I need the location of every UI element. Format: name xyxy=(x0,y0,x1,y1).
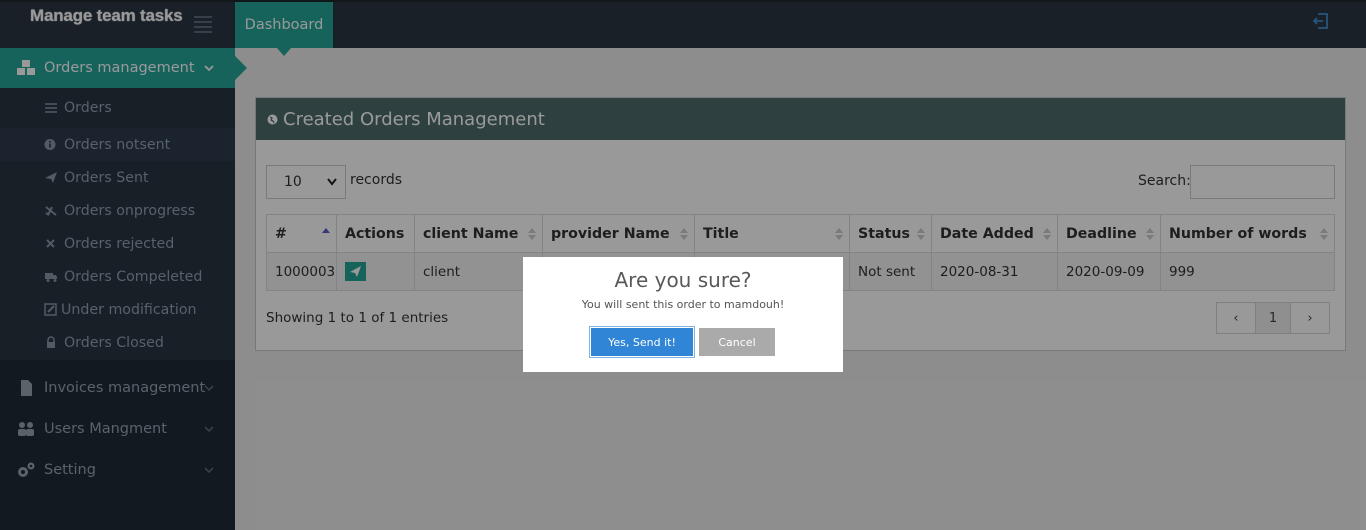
dialog-text: You will sent this order to mamdouh! xyxy=(581,298,785,311)
confirm-send-button[interactable]: Yes, Send it! xyxy=(591,328,693,356)
confirm-dialog: Are you sure? You will sent this order t… xyxy=(523,257,843,372)
dialog-title: Are you sure? xyxy=(614,268,752,292)
cancel-button[interactable]: Cancel xyxy=(699,328,775,356)
